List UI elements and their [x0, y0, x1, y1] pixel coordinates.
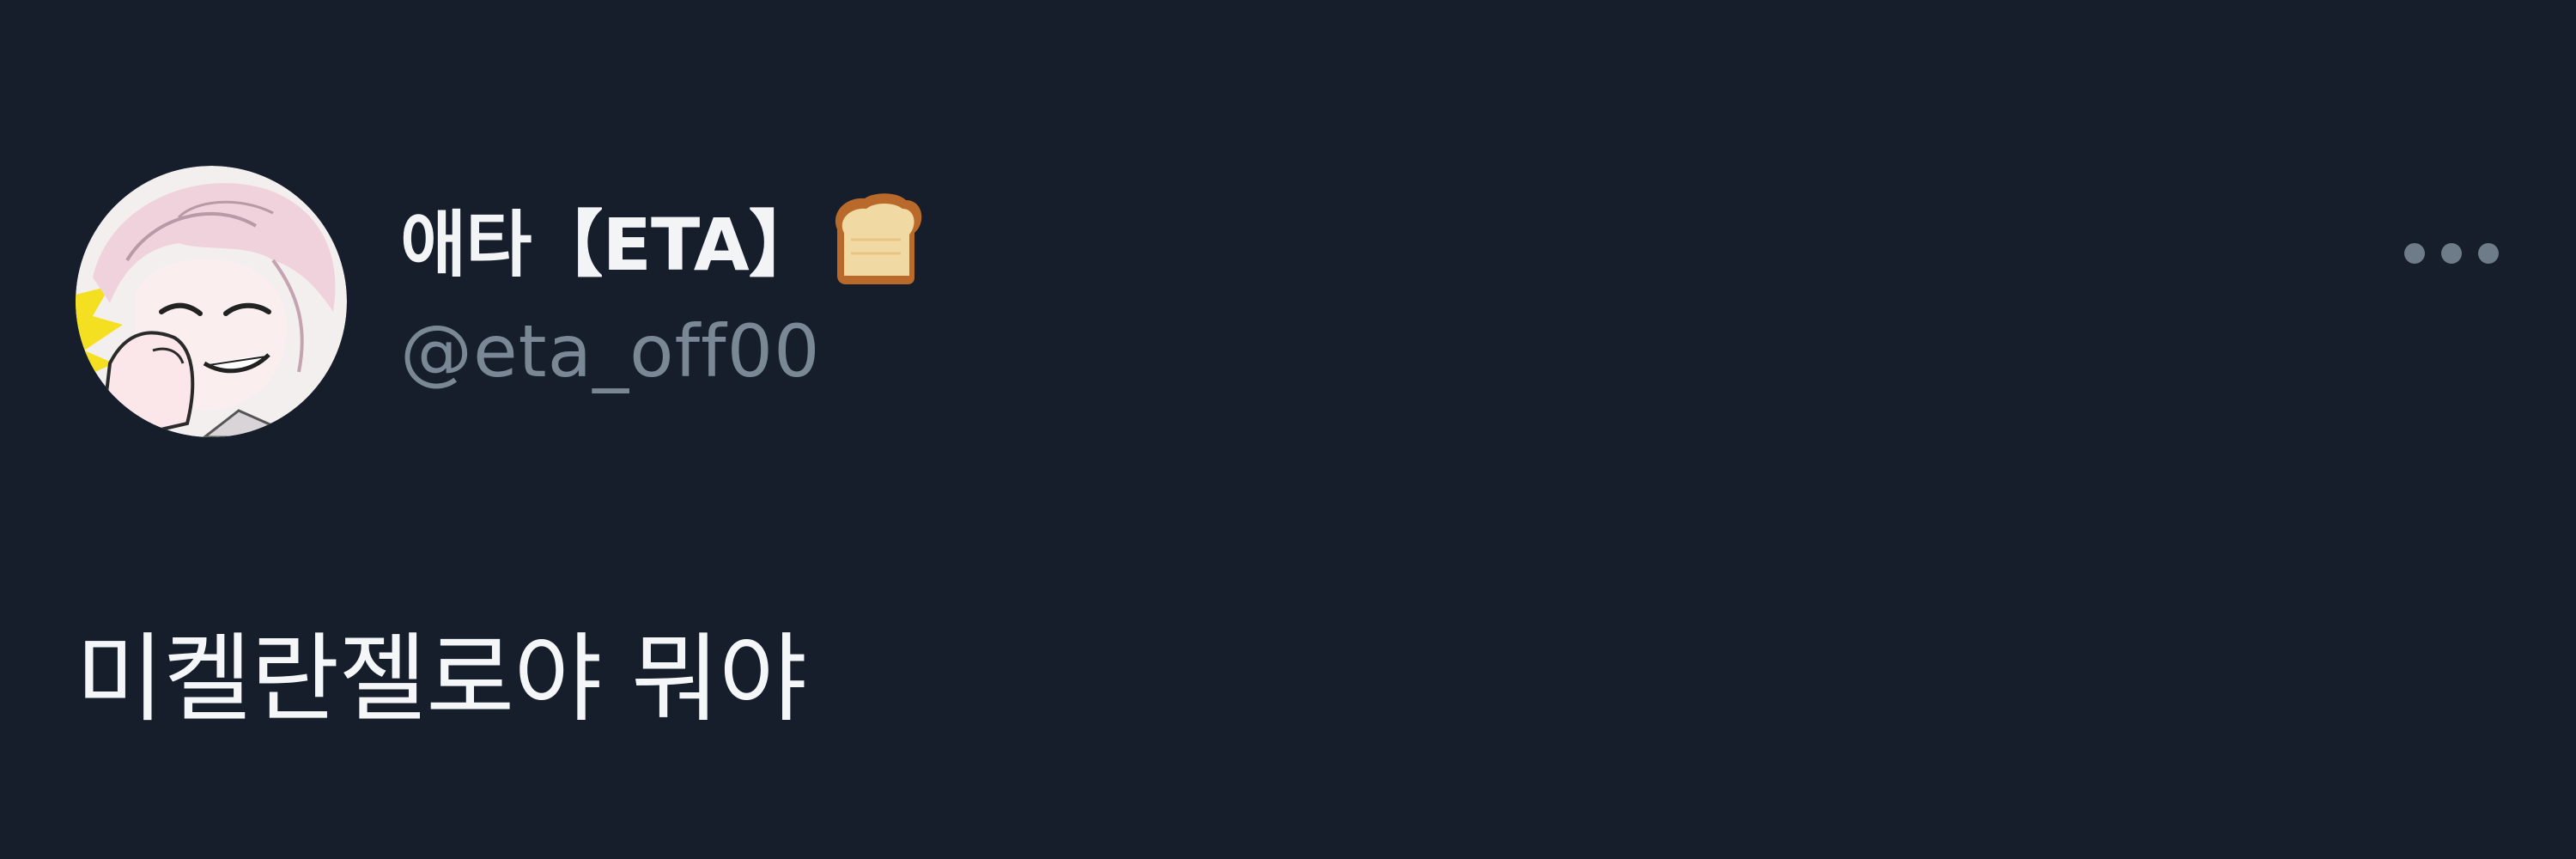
author-display-name[interactable]: 애타【ETA】: [400, 187, 927, 290]
tweet: 애타【ETA】 @eta_off00 미켈란젤로야 뭐야: [0, 0, 2576, 859]
tweet-text: 미켈란젤로야 뭐야: [76, 624, 807, 735]
avatar-image: [76, 166, 347, 437]
more-options-icon-dot: [2441, 243, 2462, 264]
more-options-icon-dot: [2404, 243, 2425, 264]
display-name-text: 애타【ETA】: [400, 202, 821, 287]
more-options-icon-dot: [2478, 243, 2499, 264]
author-handle[interactable]: @eta_off00: [400, 309, 821, 393]
more-options-button[interactable]: [2396, 232, 2507, 275]
avatar[interactable]: [76, 166, 347, 437]
bread-icon: [825, 188, 927, 289]
